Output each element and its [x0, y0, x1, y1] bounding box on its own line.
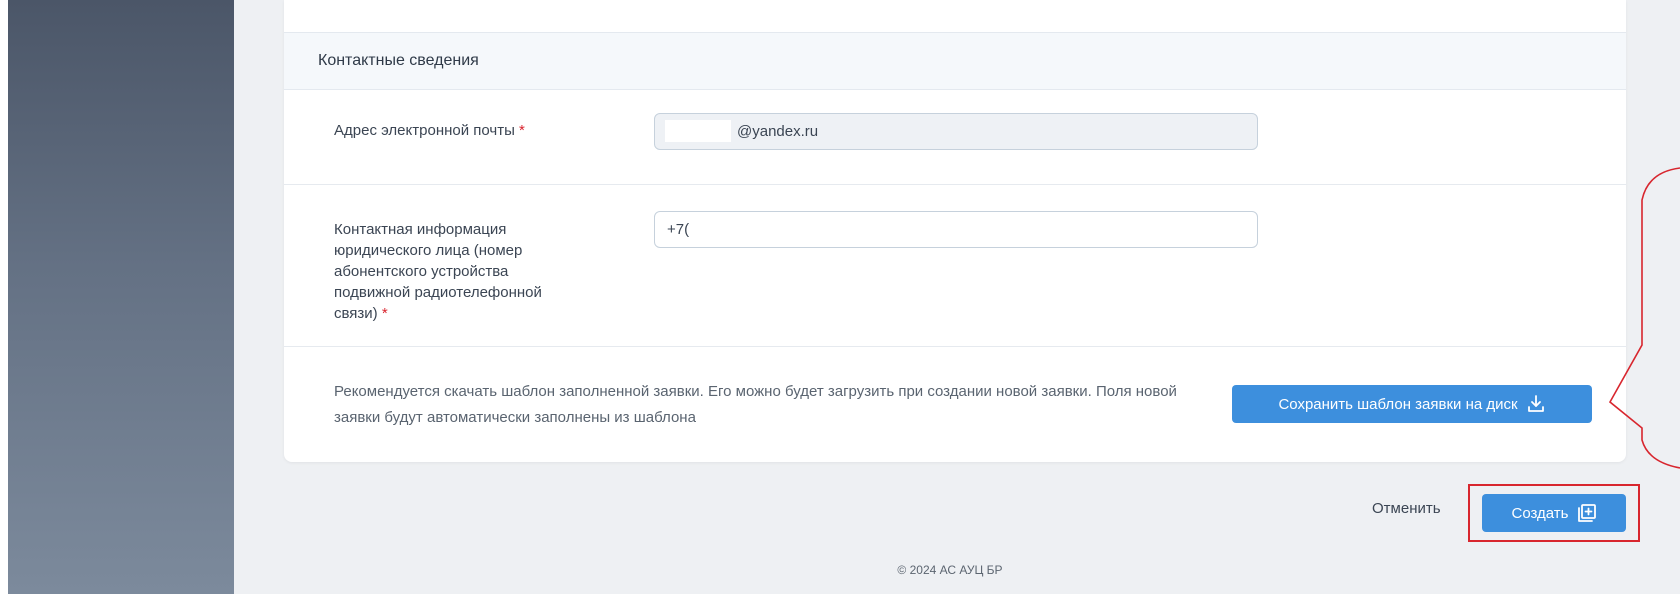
phone-field[interactable] — [654, 211, 1258, 248]
phone-label: Контактная информация юридического лица … — [334, 219, 574, 324]
email-label: Адрес электронной почты * — [334, 120, 584, 141]
email-field[interactable] — [654, 113, 1258, 150]
download-icon — [1526, 394, 1546, 414]
cancel-button[interactable]: Отменить — [1372, 500, 1441, 517]
form-card: Контактные сведения Адрес электронной по… — [284, 0, 1626, 462]
callout-bubble — [1604, 0, 1680, 594]
required-mark: * — [519, 122, 525, 139]
required-mark: * — [381, 305, 388, 322]
email-row: Адрес электронной почты * — [284, 90, 1626, 185]
phone-row: Контактная информация юридического лица … — [284, 185, 1626, 347]
email-label-text: Адрес электронной почты — [334, 122, 515, 139]
card-top — [284, 0, 1626, 32]
footer-copyright: © 2024 АС АУЦ БР — [897, 563, 1003, 577]
save-template-button[interactable]: Сохранить шаблон заявки на диск — [1232, 385, 1592, 423]
form-actions: Отменить Создать — [0, 490, 1680, 540]
template-hint: Рекомендуется скачать шаблон заполненной… — [334, 383, 1177, 426]
save-template-label: Сохранить шаблон заявки на диск — [1278, 395, 1518, 413]
redacted-email-part — [665, 120, 731, 142]
section-title: Контактные сведения — [318, 52, 479, 69]
template-row: Рекомендуется скачать шаблон заполненной… — [284, 347, 1626, 462]
section-header: Контактные сведения — [284, 32, 1626, 90]
phone-label-text: Контактная информация юридического лица … — [334, 221, 542, 322]
